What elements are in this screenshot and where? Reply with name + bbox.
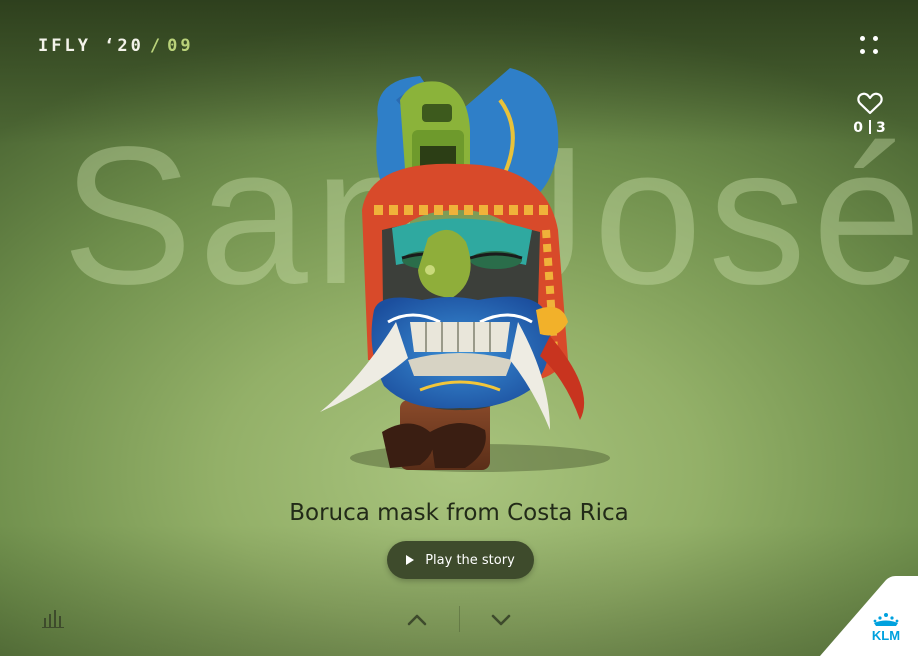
brand-separator: / bbox=[149, 36, 164, 56]
nav-divider bbox=[459, 606, 460, 632]
play-icon bbox=[406, 555, 415, 565]
klm-logo-text: KLM bbox=[872, 628, 900, 642]
play-story-label: Play the story bbox=[425, 552, 515, 568]
grid-dots-icon[interactable] bbox=[856, 32, 884, 60]
play-story-button[interactable]: Play the story bbox=[387, 541, 534, 579]
magazine-issue-label: IFLY ‘20/09 bbox=[38, 36, 194, 56]
issue-number: 09 bbox=[167, 36, 194, 56]
klm-logo[interactable]: KLM bbox=[862, 612, 910, 642]
menu-dot bbox=[860, 49, 865, 54]
menu-dot bbox=[873, 49, 878, 54]
chevron-down-icon[interactable] bbox=[489, 611, 513, 629]
boruca-mask-illustration bbox=[320, 68, 610, 472]
brand-title: IFLY ‘20 bbox=[38, 36, 144, 56]
equalizer-icon[interactable] bbox=[42, 610, 66, 628]
chevron-up-icon[interactable] bbox=[405, 611, 429, 629]
artifact-caption: Boruca mask from Costa Rica bbox=[289, 500, 629, 526]
menu-dot bbox=[860, 36, 865, 41]
menu-dot bbox=[873, 36, 878, 41]
